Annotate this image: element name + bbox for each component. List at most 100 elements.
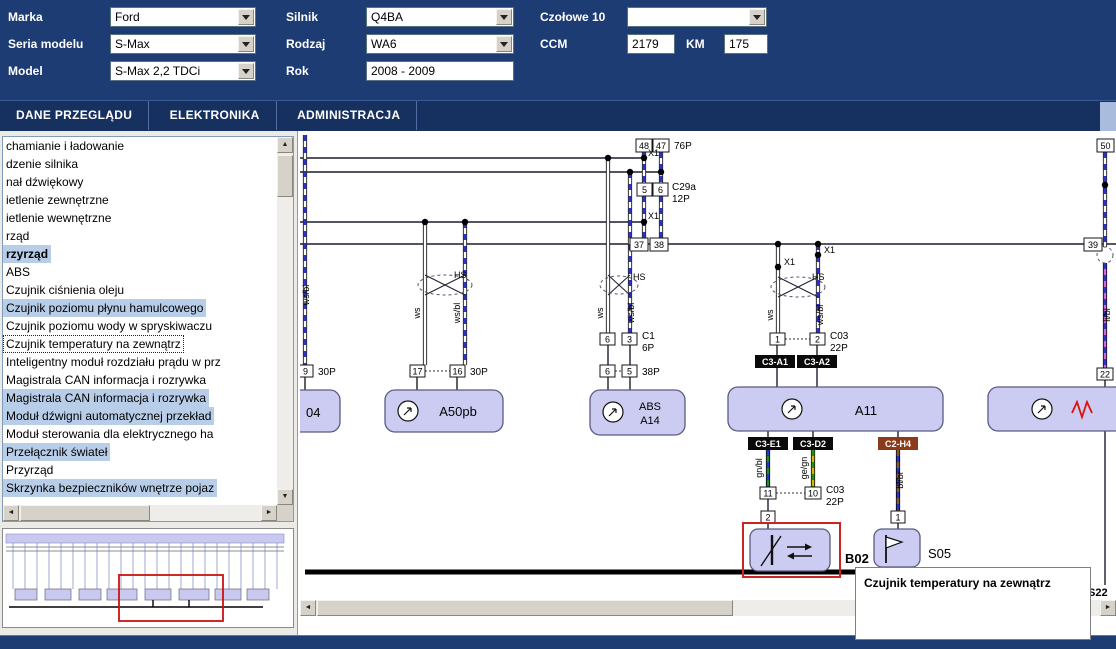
pin-label: 16	[452, 367, 462, 377]
rok-input[interactable]	[366, 61, 514, 81]
list-item-label: chamianie i ładowanie	[6, 139, 125, 153]
list-item[interactable]: Moduł sterowania dla elektrycznego ha	[3, 425, 277, 443]
component-label: 04	[306, 405, 320, 420]
dropdown-arrow-icon[interactable]	[496, 9, 512, 25]
list-item[interactable]: Czujnik poziomu wody w spryskiwaczu	[3, 317, 277, 335]
splice-label: X1	[648, 148, 659, 158]
list-item[interactable]: Inteligentny moduł rozdziału prądu w prz	[3, 353, 277, 371]
list-item[interactable]: Magistrala CAN informacja i rozrywka	[3, 371, 277, 389]
silnik-value: Q4BA	[371, 10, 404, 24]
dropdown-arrow-icon[interactable]	[238, 63, 254, 79]
connector-label: 38P	[642, 367, 660, 378]
ccm-input[interactable]	[627, 34, 675, 54]
czolowe-select[interactable]	[627, 7, 767, 27]
scroll-left-button[interactable]: ◄	[300, 600, 316, 616]
pin-label: 17	[412, 367, 422, 377]
component-tooltip: Czujnik temperatury na zewnątrz	[855, 567, 1091, 640]
systems-list-items: chamianie i ładowanie dzenie silnika nał…	[3, 137, 277, 505]
marka-select[interactable]: Ford	[110, 7, 256, 27]
rodzaj-select[interactable]: WA6	[366, 34, 514, 54]
scroll-right-button[interactable]: ►	[1100, 600, 1116, 616]
dropdown-arrow-icon[interactable]	[496, 36, 512, 52]
list-item[interactable]: Moduł dźwigni automatycznej przekład	[3, 407, 277, 425]
list-item[interactable]: dzenie silnika	[3, 155, 277, 173]
wire-color-label: ws	[412, 307, 422, 319]
wiring-diagram[interactable]: 48 47 76P 5 6 C29a 12P 37 38 39 50 X1 X1…	[300, 135, 1116, 600]
list-item-label: Moduł sterowania dla elektrycznego ha	[6, 427, 214, 441]
scrollbar-thumb[interactable]	[317, 600, 733, 616]
rodzaj-value: WA6	[371, 37, 397, 51]
scrollbar-thumb[interactable]	[20, 505, 150, 521]
silnik-select[interactable]: Q4BA	[366, 7, 514, 27]
connector-tag-label: C3-A2	[804, 357, 830, 367]
list-item[interactable]: ietlenie zewnętrzne	[3, 191, 277, 209]
list-horizontal-scrollbar[interactable]: ◄ ►	[3, 505, 277, 521]
diagram-overview-thumbnail[interactable]	[2, 528, 294, 628]
scroll-left-button[interactable]: ◄	[3, 505, 19, 521]
list-item[interactable]: Przełącznik świateł	[3, 443, 277, 461]
list-item[interactable]: Magistrala CAN informacja i rozrywka	[3, 389, 277, 407]
list-item-label: Przyrząd	[6, 463, 54, 477]
wire-color-label: ws	[765, 309, 775, 321]
wire-color-label: ge/gn	[799, 457, 809, 480]
connector-tag-label: C2-H4	[885, 439, 911, 449]
connector-label: C1	[642, 331, 655, 342]
scroll-down-button[interactable]: ▼	[277, 489, 293, 505]
vehicle-selection-header: Marka Ford Seria modelu S-Max Model S-Ma…	[0, 0, 1116, 100]
component-label: ABS	[639, 401, 661, 413]
menu-item-administracja[interactable]: ADMINISTRACJA	[281, 101, 418, 130]
scrollbar-corner	[277, 505, 293, 521]
list-item-label: Przełącznik świateł	[3, 443, 111, 461]
pin-label: 6	[605, 335, 610, 345]
list-item[interactable]: Przyrząd	[3, 461, 277, 479]
list-item-category[interactable]: rzyrząd	[3, 245, 277, 263]
model-select[interactable]: S-Max 2,2 TDCi	[110, 61, 256, 81]
minimap	[5, 533, 285, 622]
rodzaj-label: Rodzaj	[286, 37, 326, 51]
component-b02[interactable]	[749, 528, 831, 572]
list-item-label: Magistrala CAN informacja i rozrywka	[3, 389, 210, 407]
wire-color-label: ws/bl	[626, 303, 636, 325]
scrollbar-thumb[interactable]	[277, 155, 293, 197]
component-a11[interactable]	[727, 386, 944, 432]
list-item-label: ietlenie wewnętrzne	[6, 211, 112, 225]
list-item-label: dzenie silnika	[6, 157, 79, 171]
list-item[interactable]: chamianie i ładowanie	[3, 137, 277, 155]
component-label: B02	[845, 551, 869, 566]
scroll-right-button[interactable]: ►	[261, 505, 277, 521]
wire-color-label: ws/bl	[815, 305, 825, 327]
list-item[interactable]: Czujnik ciśnienia oleju	[3, 281, 277, 299]
km-input[interactable]	[724, 34, 768, 54]
list-item[interactable]: Skrzynka bezpieczników wnętrze pojaz	[3, 479, 277, 497]
list-item-label: Czujnik temperatury na zewnątrz	[3, 335, 184, 353]
km-label: KM	[686, 37, 705, 51]
component-abs-a14[interactable]	[589, 389, 686, 436]
wire-color-label: gn/bl	[754, 458, 764, 478]
splice-label: X1	[648, 211, 659, 221]
list-item-label: Moduł dźwigni automatycznej przekład	[3, 407, 215, 425]
list-item-label: Inteligentny moduł rozdziału prądu w prz	[6, 355, 221, 369]
list-item[interactable]: nał dźwiękowy	[3, 173, 277, 191]
scroll-up-button[interactable]: ▲	[277, 137, 293, 153]
menu-item-dane-przegladu[interactable]: DANE PRZEGLĄDU	[0, 101, 150, 130]
component-s05[interactable]	[873, 528, 921, 568]
list-item[interactable]: ABS	[3, 263, 277, 281]
component-label: A14	[640, 415, 660, 427]
list-item[interactable]: Czujnik poziomu płynu hamulcowego	[3, 299, 277, 317]
rok-label: Rok	[286, 64, 309, 78]
list-item-selected[interactable]: Czujnik temperatury na zewnątrz	[3, 335, 277, 353]
component-right-partial[interactable]	[987, 386, 1116, 432]
dropdown-arrow-icon[interactable]	[749, 9, 765, 25]
list-item[interactable]: ietlenie wewnętrzne	[3, 209, 277, 227]
dropdown-arrow-icon[interactable]	[238, 36, 254, 52]
connector-label: C29a	[672, 182, 696, 193]
seria-select[interactable]: S-Max	[110, 34, 256, 54]
list-vertical-scrollbar[interactable]: ▲ ▼	[277, 137, 293, 505]
dropdown-arrow-icon[interactable]	[238, 9, 254, 25]
shield-label: HS	[812, 272, 825, 282]
czolowe-label: Czołowe 10	[540, 10, 606, 24]
list-item[interactable]: rząd	[3, 227, 277, 245]
menu-item-elektronika[interactable]: ELEKTRONIKA	[154, 101, 277, 130]
wire-color-label: ws/bl	[301, 285, 311, 307]
pin-label: 2	[765, 513, 770, 523]
